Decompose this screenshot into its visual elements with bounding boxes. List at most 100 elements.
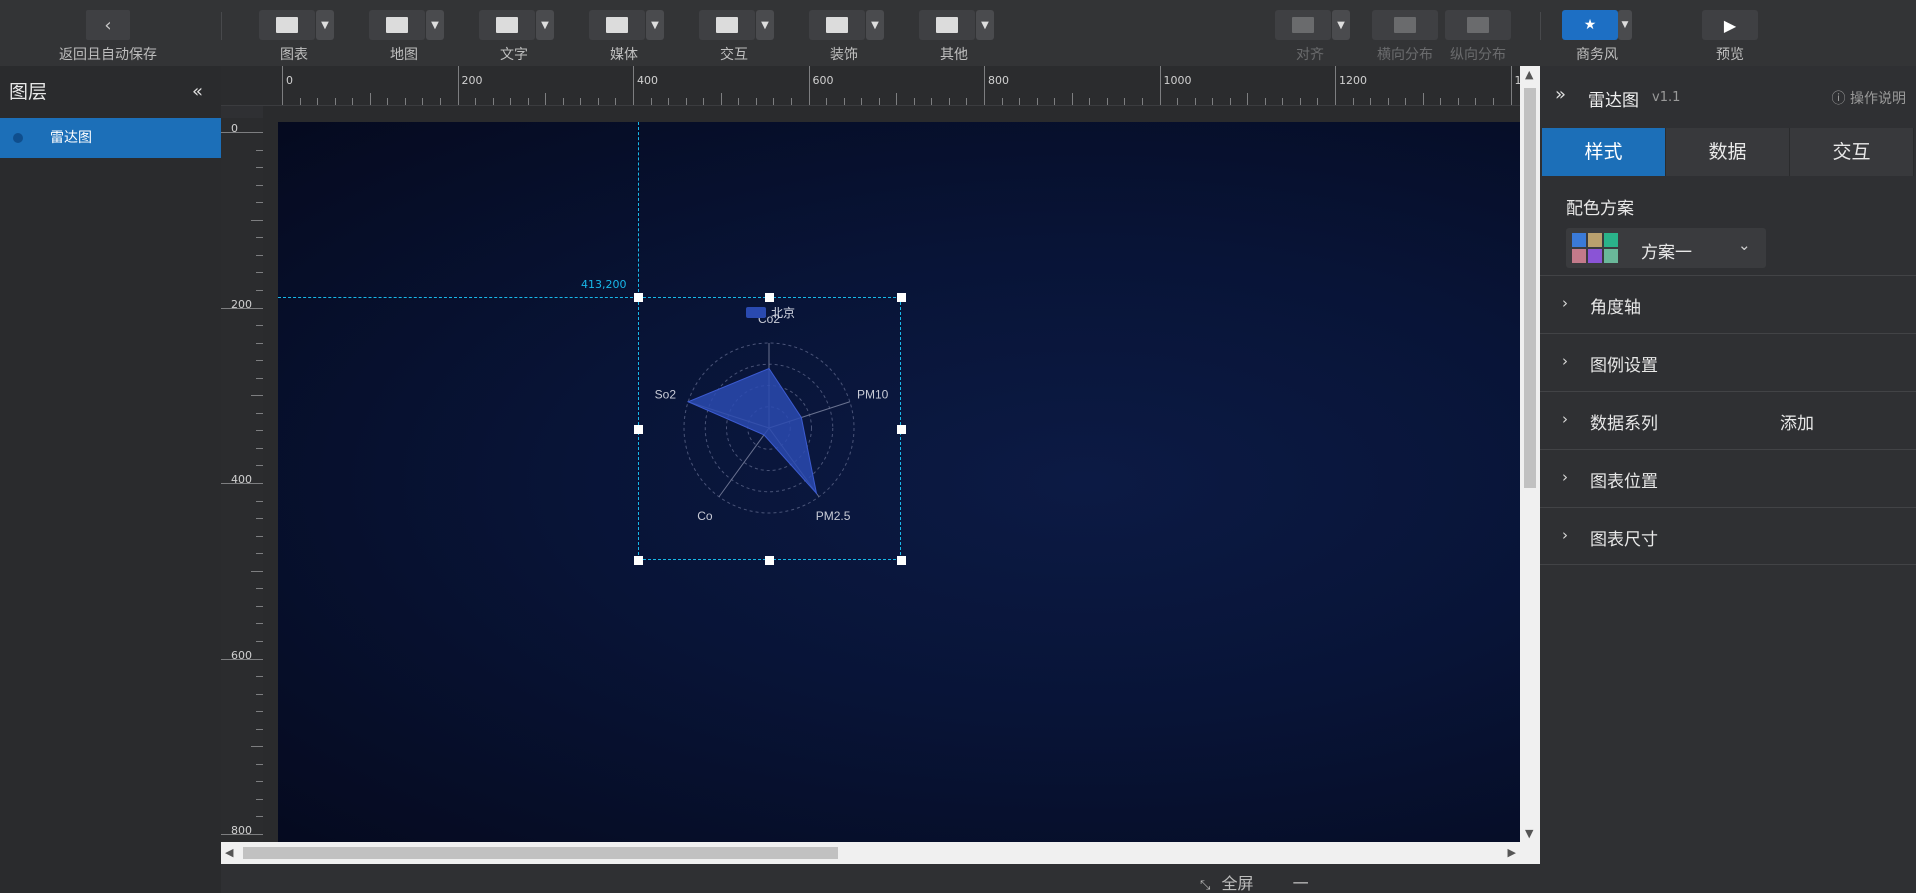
section-angle-axis[interactable]: › 角度轴 xyxy=(1540,275,1916,333)
ruler-tick xyxy=(492,98,494,105)
layers-panel: 图层 « 雷达图 xyxy=(0,66,221,893)
ruler-tick xyxy=(256,518,263,520)
vdistribute-label: 纵向分布 xyxy=(1450,47,1506,63)
panel-tabs: 样式 数据 交互 xyxy=(1542,128,1914,176)
ruler-tick xyxy=(256,202,263,204)
ruler-tick xyxy=(878,98,880,105)
align-icon xyxy=(1292,17,1314,33)
resize-handle-tr[interactable] xyxy=(897,293,906,302)
ruler-tick xyxy=(1510,66,1512,105)
tool-label: 图表 xyxy=(280,47,308,63)
alignment-guide-vertical xyxy=(638,122,639,297)
double-chevron-right-icon[interactable]: » xyxy=(1555,84,1566,105)
color-swatch xyxy=(1604,249,1618,263)
ruler-tick xyxy=(580,98,582,105)
add-series-button[interactable]: 添加 xyxy=(1780,409,1814,434)
media-dropdown[interactable]: ▼ xyxy=(646,10,664,40)
map-button[interactable] xyxy=(369,10,425,40)
chart-button[interactable] xyxy=(259,10,315,40)
media-button[interactable] xyxy=(589,10,645,40)
text-button[interactable] xyxy=(479,10,535,40)
ruler-tick xyxy=(256,447,263,449)
ruler-tick xyxy=(256,360,263,362)
tool-label: 媒体 xyxy=(610,47,638,63)
horizontal-ruler: 02004006008001000120014 xyxy=(221,66,1520,106)
fullscreen-icon[interactable]: ⤡ xyxy=(1200,878,1210,893)
chevron-right-icon: › xyxy=(1562,352,1568,370)
help-link[interactable]: ⓘ 操作说明 xyxy=(1832,88,1906,108)
chevron-up-icon[interactable]: ▲ xyxy=(1525,68,1533,81)
decoration-button[interactable] xyxy=(809,10,865,40)
color-scheme-select[interactable]: 方案一 ⌄ xyxy=(1566,228,1766,268)
ruler-tick xyxy=(422,98,424,105)
other-icon xyxy=(936,17,958,33)
back-button[interactable]: ‹ xyxy=(86,10,130,40)
theme-button[interactable]: ★ xyxy=(1562,10,1618,40)
section-chart-size[interactable]: › 图表尺寸 xyxy=(1540,507,1916,565)
theme-dropdown[interactable]: ▼ xyxy=(1618,10,1632,40)
ruler-tick xyxy=(913,98,915,105)
scroll-thumb[interactable] xyxy=(243,847,838,859)
align-button[interactable] xyxy=(1275,10,1331,40)
double-chevron-left-icon[interactable]: « xyxy=(192,81,203,102)
decoration-dropdown[interactable]: ▼ xyxy=(866,10,884,40)
chevron-down-icon: ▼ xyxy=(651,19,659,31)
chevron-down-icon[interactable]: ▼ xyxy=(1525,827,1533,840)
ruler-tick xyxy=(1492,98,1494,105)
chevron-right-icon: › xyxy=(1562,294,1568,312)
editor-app: ‹ 返回且自动保存 ▼ 图表 ▼ 地图 ▼ 文字 ▼ 媒体 ▼ 交互 ▼ 装饰 … xyxy=(0,0,1916,893)
interaction-dropdown[interactable]: ▼ xyxy=(756,10,774,40)
chevron-down-icon: ▼ xyxy=(431,19,439,31)
section-legend[interactable]: › 图例设置 xyxy=(1540,333,1916,391)
chevron-right-icon[interactable]: ▶ xyxy=(1508,846,1516,859)
fullscreen-button[interactable]: 全屏 xyxy=(1222,874,1254,893)
tab-interaction[interactable]: 交互 xyxy=(1790,128,1914,176)
resize-handle-br[interactable] xyxy=(897,556,906,565)
tab-data[interactable]: 数据 xyxy=(1666,128,1790,176)
ruler-tick xyxy=(861,98,863,105)
ruler-tick xyxy=(256,640,263,642)
ruler-tick xyxy=(475,98,477,105)
ruler-tick xyxy=(256,184,263,186)
align-dropdown[interactable]: ▼ xyxy=(1332,10,1350,40)
tool-label: 文字 xyxy=(500,47,528,63)
chevron-left-icon[interactable]: ◀ xyxy=(225,846,233,859)
chevron-right-icon: › xyxy=(1562,468,1568,486)
resize-handle-bl[interactable] xyxy=(634,556,643,565)
resize-handle-r[interactable] xyxy=(897,425,906,434)
resize-handle-t[interactable] xyxy=(765,293,774,302)
ruler-tick xyxy=(738,98,740,105)
ruler-label: 600 xyxy=(812,74,834,87)
layer-item-radar[interactable]: 雷达图 xyxy=(0,118,221,158)
vdistribute-button[interactable] xyxy=(1445,10,1511,40)
resize-handle-b[interactable] xyxy=(765,556,774,565)
section-chart-position[interactable]: › 图表位置 xyxy=(1540,449,1916,507)
ruler-tick xyxy=(256,237,263,239)
ruler-tick xyxy=(1335,66,1336,105)
vertical-scrollbar[interactable]: ▲ ▼ xyxy=(1520,66,1540,842)
text-dropdown[interactable]: ▼ xyxy=(536,10,554,40)
zoom-out-button[interactable]: 一 xyxy=(1293,874,1309,893)
ruler-tick xyxy=(703,98,705,105)
other-button[interactable] xyxy=(919,10,975,40)
map-dropdown[interactable]: ▼ xyxy=(426,10,444,40)
scroll-thumb[interactable] xyxy=(1524,88,1536,488)
ruler-tick xyxy=(251,746,263,748)
component-version: v1.1 xyxy=(1652,90,1681,105)
other-dropdown[interactable]: ▼ xyxy=(976,10,994,40)
preview-button[interactable]: ▶ xyxy=(1702,10,1758,40)
selection-box[interactable] xyxy=(638,297,901,560)
resize-handle-l[interactable] xyxy=(634,425,643,434)
hdistribute-button[interactable] xyxy=(1372,10,1438,40)
ruler-tick xyxy=(1352,98,1354,105)
ruler-tick xyxy=(256,605,263,607)
tab-style[interactable]: 样式 xyxy=(1542,128,1666,176)
resize-handle-tl[interactable] xyxy=(634,293,643,302)
chevron-down-icon: ▼ xyxy=(321,19,329,31)
horizontal-scrollbar[interactable]: ◀ ▶ xyxy=(221,842,1540,864)
section-data-series[interactable]: › 数据系列 添加 xyxy=(1540,391,1916,449)
chart-dropdown[interactable]: ▼ xyxy=(316,10,334,40)
interaction-button[interactable] xyxy=(699,10,755,40)
tool-label: 交互 xyxy=(720,47,748,63)
ruler-tick xyxy=(790,98,792,105)
